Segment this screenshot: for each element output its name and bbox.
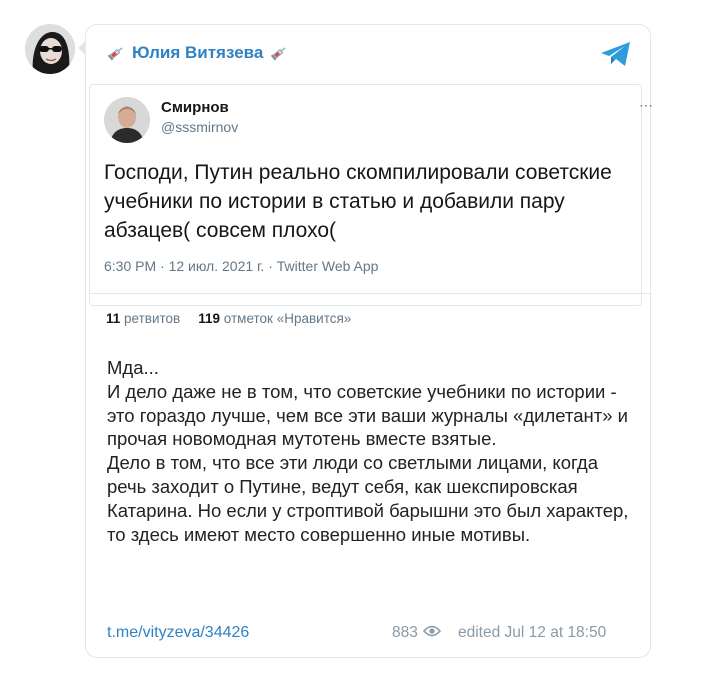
channel-title[interactable]: Юлия Витязева <box>106 43 289 63</box>
retweets-count: 11 <box>106 311 121 326</box>
views-counter: 883 <box>392 624 441 642</box>
tweet-stats: 11 ретвитов 119 отметок «Нравится» <box>106 311 351 326</box>
more-icon[interactable]: ⋯ <box>639 97 654 114</box>
tweet-author-handle[interactable]: @sssmirnov <box>161 119 238 135</box>
channel-avatar[interactable] <box>25 24 75 74</box>
syringe-icon <box>106 43 126 63</box>
views-count: 883 <box>392 624 418 641</box>
telegram-icon[interactable] <box>599 39 633 69</box>
tweet-meta: 6:30 PM · 12 июл. 2021 г. · Twitter Web … <box>104 258 379 274</box>
edited-timestamp: edited Jul 12 at 18:50 <box>458 624 607 641</box>
tweet-author-avatar[interactable] <box>104 97 150 143</box>
message-link[interactable]: t.me/vityzeva/34426 <box>107 624 249 642</box>
channel-name: Юлия Витязева <box>132 43 264 62</box>
likes-label: отметок «Нравится» <box>223 311 352 326</box>
message-text: Мда... И дело даже не в том, что советск… <box>107 357 629 545</box>
tweet-author-name[interactable]: Смирнов <box>161 99 229 116</box>
tweet-divider <box>89 293 652 294</box>
eye-icon <box>422 624 441 642</box>
retweets-stat[interactable]: 11 ретвитов <box>106 311 180 326</box>
syringe-icon <box>269 43 289 63</box>
retweets-label: ретвитов <box>124 311 181 326</box>
likes-stat[interactable]: 119 отметок «Нравится» <box>198 311 351 326</box>
tweet-text: Господи, Путин реально скомпилировали со… <box>104 161 612 242</box>
likes-count: 119 <box>198 311 221 326</box>
